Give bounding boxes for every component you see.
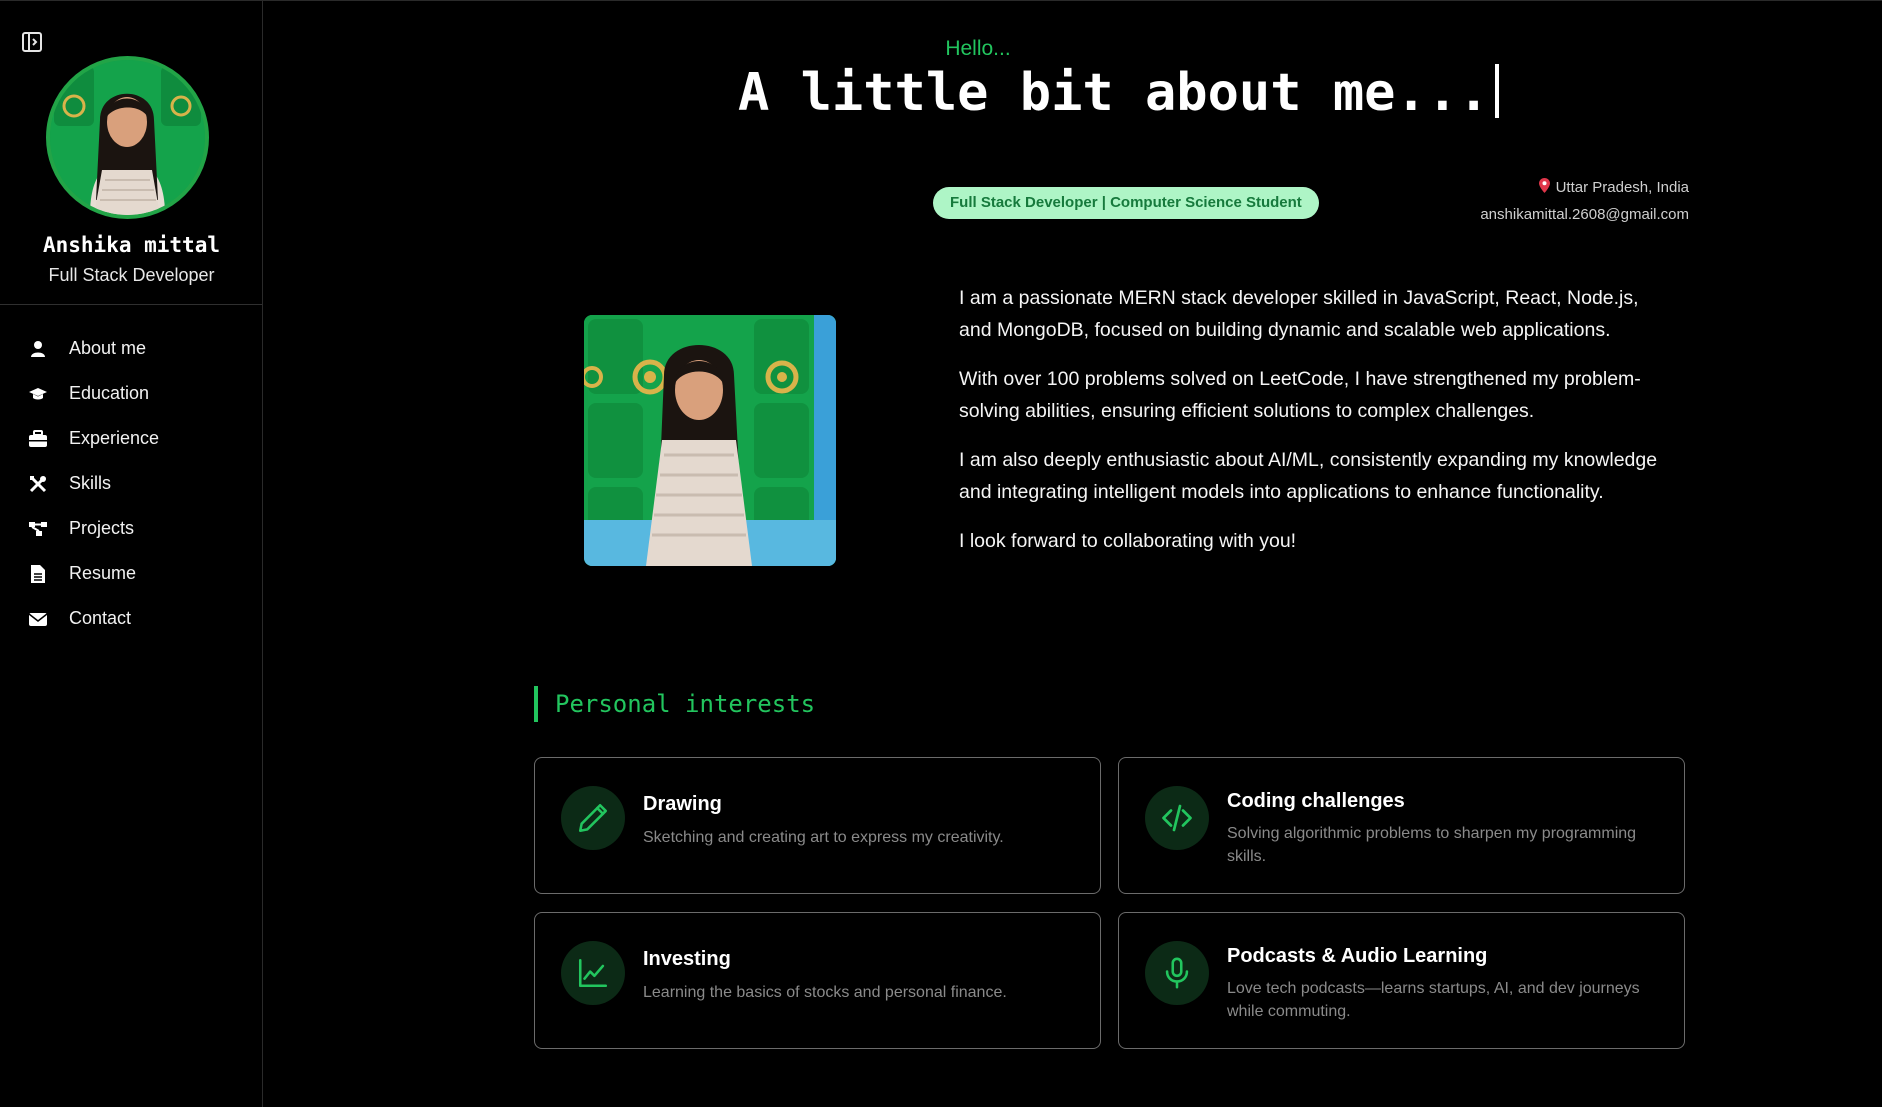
- section-title-personal-interests: Personal interests: [534, 686, 815, 722]
- sidebar-divider: [0, 304, 262, 305]
- sidebar-item-experience[interactable]: Experience: [0, 416, 262, 461]
- interest-description: Solving algorithmic problems to sharpen …: [1227, 825, 1637, 865]
- sidebar-item-label: Education: [69, 383, 150, 403]
- bio-paragraph: I am a passionate MERN stack developer s…: [959, 287, 1639, 341]
- interest-title: Podcasts & Audio Learning: [1227, 945, 1488, 967]
- interest-card-investing: Investing Learning the basics of stocks …: [534, 912, 1101, 1049]
- sidebar-item-label: Projects: [69, 518, 135, 538]
- interest-title: Coding challenges: [1227, 790, 1405, 812]
- interest-description: Sketching and creating art to express my…: [643, 829, 1004, 846]
- page-title: A little bit about me...: [738, 63, 1500, 123]
- project-diagram-icon: [28, 519, 48, 539]
- interest-card-podcasts: Podcasts & Audio Learning Love tech podc…: [1118, 912, 1685, 1049]
- contact-info: Uttar Pradesh, India anshikamittal.2608@…: [1480, 178, 1689, 223]
- sidebar-item-skills[interactable]: Skills: [0, 461, 262, 506]
- microphone-icon: [1145, 941, 1209, 1005]
- bio: I am a passionate MERN stack developer s…: [959, 283, 1659, 576]
- typing-caret: [1495, 64, 1500, 118]
- page-title-text: A little bit about me...: [738, 63, 1490, 123]
- avatar: [46, 56, 209, 219]
- pencil-icon: [561, 786, 625, 850]
- sidebar: Anshika mittal Full Stack Developer Abou…: [0, 0, 263, 1107]
- bio-paragraph: I am also deeply enthusiastic about AI/M…: [959, 449, 1658, 503]
- sidebar-item-resume[interactable]: Resume: [0, 551, 262, 596]
- briefcase-icon: [28, 429, 48, 449]
- profile-name: Anshika mittal: [42, 233, 220, 257]
- location-text: Uttar Pradesh, India: [1555, 179, 1689, 196]
- sidebar-item-about-me[interactable]: About me: [0, 326, 262, 371]
- tools-icon: [28, 474, 48, 494]
- interest-title: Drawing: [643, 793, 722, 815]
- about-photo: [584, 315, 836, 566]
- chart-line-icon: [561, 941, 625, 1005]
- user-icon: [28, 339, 48, 359]
- location: Uttar Pradesh, India: [1480, 178, 1689, 197]
- graduation-cap-icon: [28, 384, 48, 404]
- greeting-text: Hello...: [945, 37, 1011, 60]
- sidebar-item-label: Resume: [69, 563, 137, 583]
- role-badge: Full Stack Developer | Computer Science …: [933, 187, 1319, 219]
- envelope-icon: [28, 609, 48, 629]
- main-content: Hello... A little bit about me... Full S…: [263, 0, 1882, 1107]
- bio-paragraph: I look forward to collaborating with you…: [959, 530, 1297, 552]
- interest-description: Learning the basics of stocks and person…: [643, 984, 1007, 1001]
- profile-role: Full Stack Developer: [48, 265, 215, 285]
- interest-card-drawing: Drawing Sketching and creating art to ex…: [534, 757, 1101, 894]
- sidebar-item-education[interactable]: Education: [0, 371, 262, 416]
- interest-description: Love tech podcasts—learns startups, AI, …: [1227, 980, 1640, 1020]
- sidebar-item-label: About me: [69, 338, 147, 358]
- map-pin-icon: [1538, 178, 1550, 197]
- file-icon: [28, 564, 48, 584]
- sidebar-item-projects[interactable]: Projects: [0, 506, 262, 551]
- bio-paragraph: With over 100 problems solved on LeetCod…: [959, 368, 1641, 422]
- sidebar-item-label: Skills: [69, 473, 112, 493]
- interest-title: Investing: [643, 948, 731, 970]
- interest-card-coding-challenges: Coding challenges Solving algorithmic pr…: [1118, 757, 1685, 894]
- sidebar-item-label: Experience: [69, 428, 160, 448]
- email-text[interactable]: anshikamittal.2608@gmail.com: [1480, 206, 1689, 223]
- sidebar-nav: About me Education Experience Skills Pro…: [0, 326, 262, 641]
- sidebar-item-contact[interactable]: Contact: [0, 596, 262, 641]
- code-icon: [1145, 786, 1209, 850]
- sidebar-item-label: Contact: [69, 608, 132, 628]
